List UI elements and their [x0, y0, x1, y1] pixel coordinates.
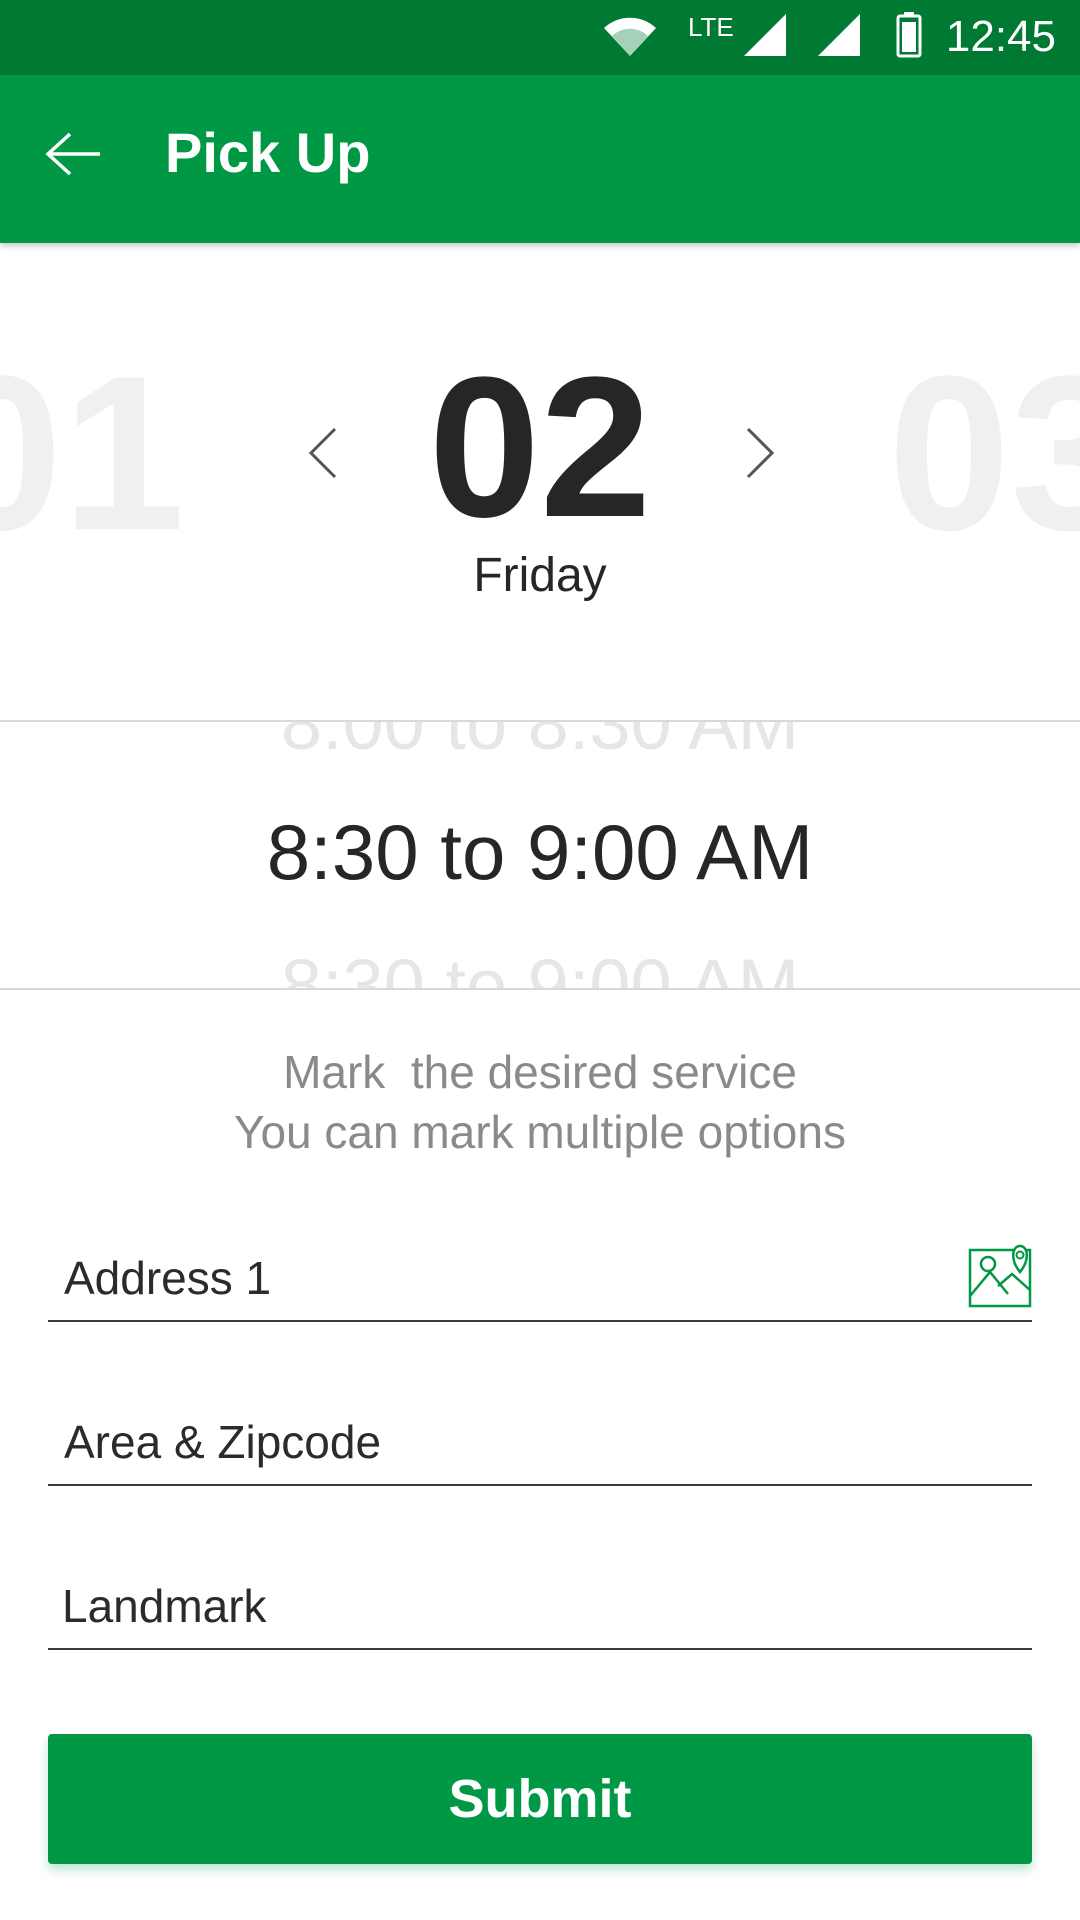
- date-picker[interactable]: 01 03 02 Friday: [0, 243, 1080, 721]
- instruction-line-2: You can mark multiple options: [234, 1106, 846, 1158]
- chevron-right-icon[interactable]: [742, 423, 778, 483]
- time-slot-prev[interactable]: 8:00 to 8:30 AM: [0, 722, 1080, 766]
- map-location-icon[interactable]: [968, 1244, 1032, 1308]
- selected-date: 02: [428, 336, 652, 559]
- battery-icon: [896, 12, 922, 58]
- submit-button[interactable]: Submit: [48, 1734, 1032, 1864]
- instructions: Mark the desired service You can mark mu…: [0, 1042, 1080, 1162]
- area-zipcode-field: [48, 1402, 1032, 1486]
- divider: [0, 988, 1080, 990]
- time-slot-selected[interactable]: 8:30 to 9:00 AM: [0, 807, 1080, 897]
- signal-icon: [744, 14, 786, 56]
- selected-day: Friday: [473, 549, 607, 602]
- instruction-line-1: Mark the desired service: [283, 1046, 797, 1098]
- arrow-left-icon[interactable]: [44, 130, 104, 178]
- address1-input[interactable]: [64, 1238, 944, 1318]
- address1-field: [48, 1238, 1032, 1322]
- app-bar: Pick Up: [0, 75, 1080, 243]
- network-type: LTE: [688, 12, 734, 42]
- time-slot-next[interactable]: 8:30 to 9:00 AM: [0, 944, 1080, 988]
- wifi-icon: [604, 17, 656, 56]
- landmark-input[interactable]: [62, 1566, 942, 1646]
- landmark-field: [48, 1566, 1032, 1650]
- area-zipcode-input[interactable]: [64, 1402, 944, 1482]
- page-title: Pick Up: [165, 121, 371, 184]
- time-slot-picker[interactable]: 8:00 to 8:30 AM 8:30 to 9:00 AM 8:30 to …: [0, 722, 1080, 988]
- status-bar: LTE 12:45: [0, 0, 1080, 75]
- clock: 12:45: [945, 12, 1056, 61]
- signal-icon: [818, 14, 860, 56]
